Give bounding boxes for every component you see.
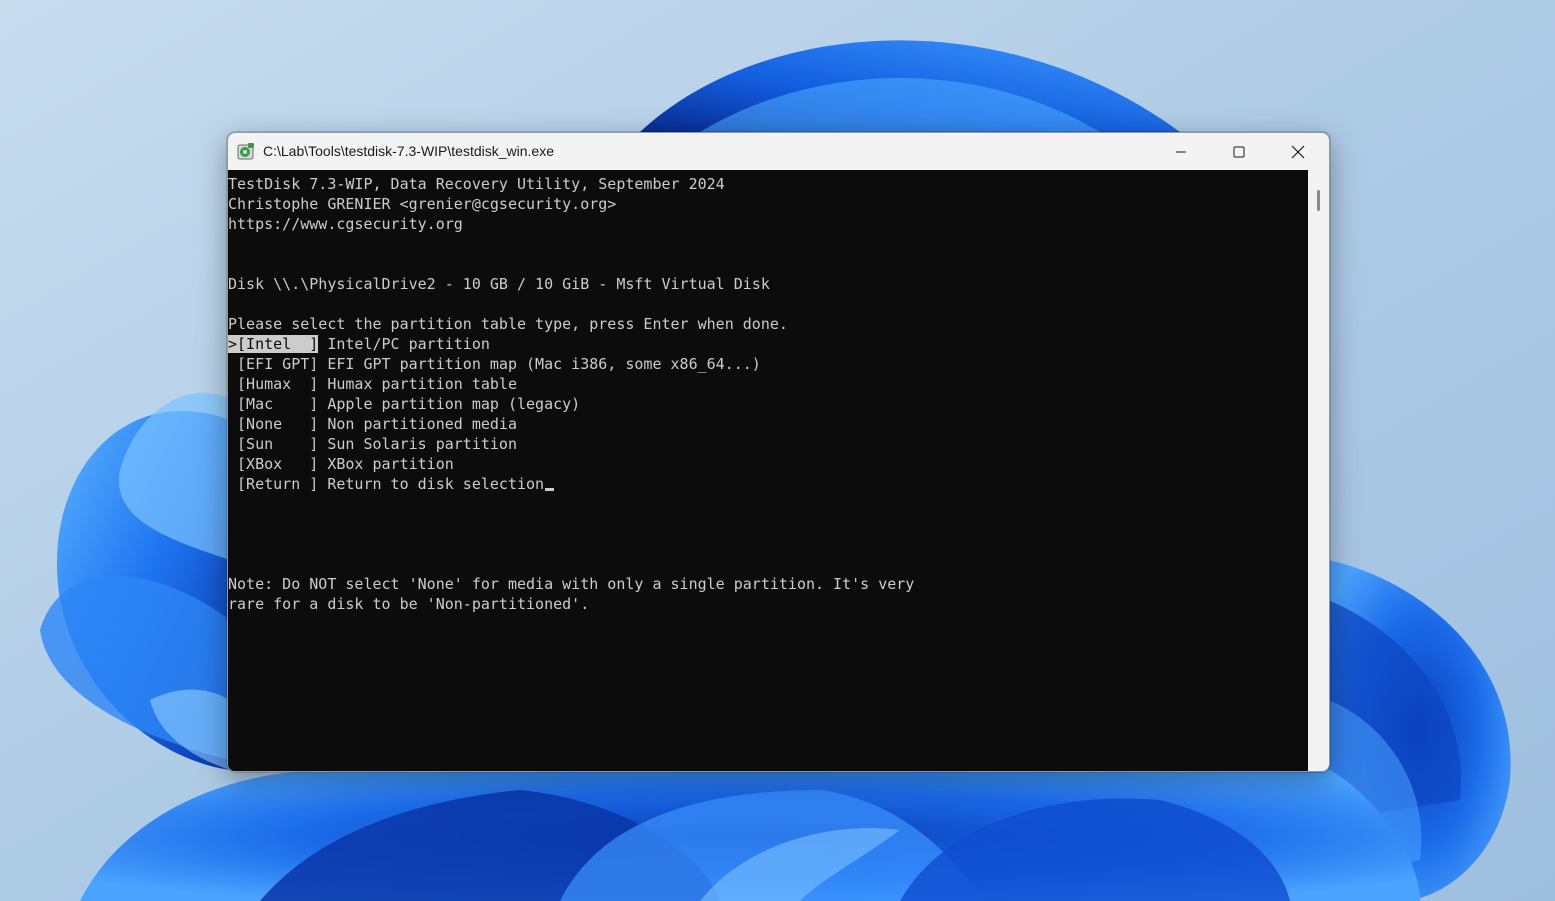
option-xbox-desc: XBox partition	[318, 455, 454, 473]
option-efi-gpt-desc: EFI GPT partition map (Mac i386, some x8…	[318, 355, 761, 373]
header-line-version: TestDisk 7.3-WIP, Data Recovery Utility,…	[228, 175, 725, 193]
option-sun-key: [Sun ]	[237, 435, 319, 453]
option-intel-desc: Intel/PC partition	[318, 335, 490, 353]
option-return-desc: Return to disk selection	[318, 475, 545, 493]
option-none-key: [None ]	[237, 415, 319, 433]
window-title: C:\Lab\Tools\testdisk-7.3-WIP\testdisk_w…	[263, 143, 555, 159]
close-icon	[1291, 145, 1305, 158]
option-sun[interactable]: [Sun ] Sun Solaris partition	[228, 434, 517, 454]
option-humax-desc: Humax partition table	[318, 375, 517, 393]
option-efi-gpt[interactable]: [EFI GPT] EFI GPT partition map (Mac i38…	[228, 354, 761, 374]
option-none[interactable]: [None ] Non partitioned media	[228, 414, 517, 434]
disk-info-line: Disk \\.\PhysicalDrive2 - 10 GB / 10 GiB…	[228, 275, 770, 293]
option-xbox-key: [XBox ]	[237, 455, 319, 473]
option-sun-desc: Sun Solaris partition	[318, 435, 517, 453]
option-intel[interactable]: >[Intel ] Intel/PC partition	[228, 334, 490, 354]
prompt-line: Please select the partition table type, …	[228, 315, 788, 333]
note-line-2: rare for a disk to be 'Non-partitioned'.	[228, 595, 590, 613]
vertical-scrollbar[interactable]	[1308, 170, 1329, 771]
maximize-button[interactable]	[1210, 133, 1268, 170]
option-return[interactable]: [Return ] Return to disk selection	[228, 474, 555, 494]
option-mac-key: [Mac ]	[237, 395, 319, 413]
option-return-key: [Return ]	[237, 475, 319, 493]
console-output[interactable]: TestDisk 7.3-WIP, Data Recovery Utility,…	[228, 170, 1308, 771]
option-mac[interactable]: [Mac ] Apple partition map (legacy)	[228, 394, 580, 414]
option-humax[interactable]: [Humax ] Humax partition table	[228, 374, 517, 394]
title-bar[interactable]: C:\Lab\Tools\testdisk-7.3-WIP\testdisk_w…	[228, 133, 1329, 171]
option-mac-desc: Apple partition map (legacy)	[318, 395, 581, 413]
testdisk-app-icon	[237, 143, 254, 160]
option-humax-key: [Humax ]	[237, 375, 319, 393]
close-button[interactable]	[1269, 133, 1327, 170]
option-xbox[interactable]: [XBox ] XBox partition	[228, 454, 454, 474]
minimize-icon	[1176, 151, 1186, 152]
text-cursor	[545, 488, 555, 491]
maximize-icon	[1233, 146, 1245, 157]
console-window[interactable]: C:\Lab\Tools\testdisk-7.3-WIP\testdisk_w…	[227, 132, 1330, 772]
option-none-desc: Non partitioned media	[318, 415, 517, 433]
header-line-author: Christophe GRENIER <grenier@cgsecurity.o…	[228, 195, 617, 213]
option-intel-key: >[Intel ]	[228, 335, 319, 353]
note-line-1: Note: Do NOT select 'None' for media wit…	[228, 575, 915, 593]
header-line-url: https://www.cgsecurity.org	[228, 215, 463, 233]
scrollbar-thumb[interactable]	[1317, 190, 1320, 211]
minimize-button[interactable]	[1152, 133, 1210, 170]
option-efi-gpt-key: [EFI GPT]	[237, 355, 319, 373]
